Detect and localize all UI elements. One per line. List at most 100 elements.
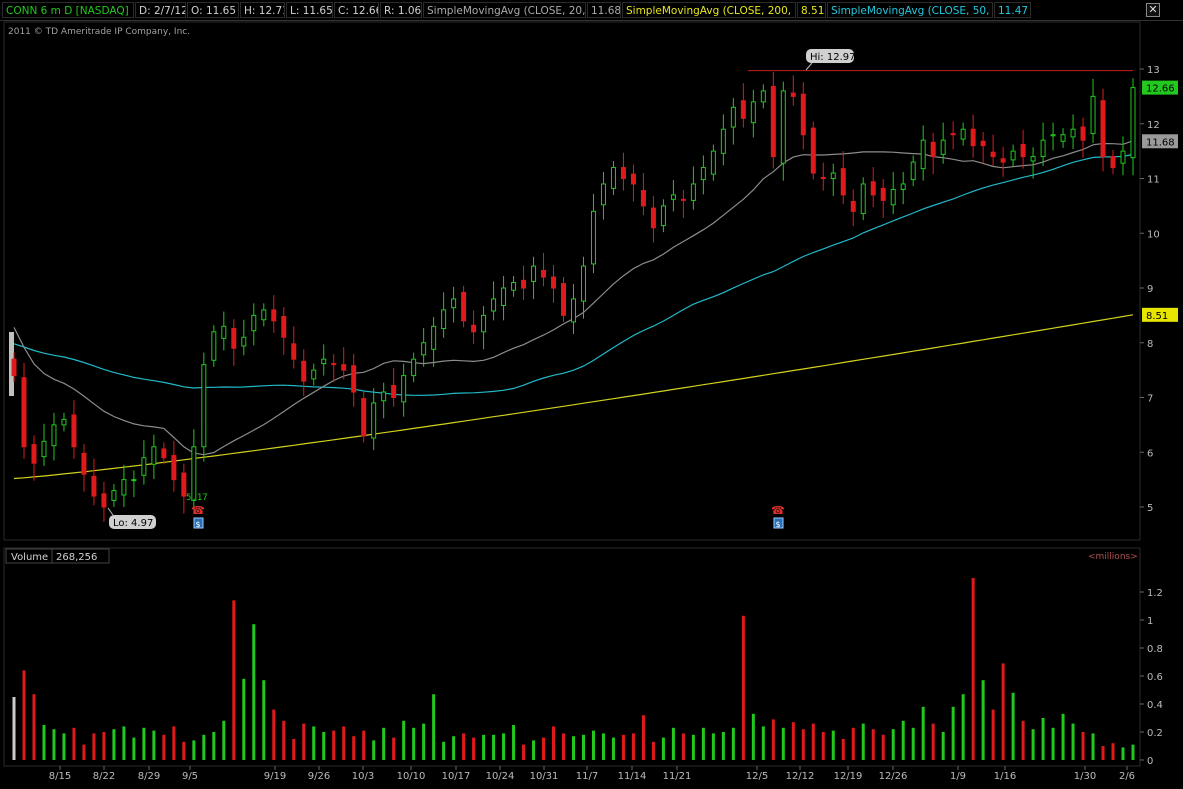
candle-body (1010, 150, 1016, 161)
candle-body (481, 314, 487, 333)
volume-bar (492, 734, 496, 760)
volume-bar (322, 732, 326, 760)
x-tick-label: 11/7 (576, 771, 598, 782)
candle-body (111, 490, 117, 501)
candle-body (141, 457, 147, 476)
volume-bar (1051, 727, 1055, 760)
volume-bar (112, 729, 116, 760)
volume-bar (312, 726, 316, 760)
volume-tick-label: 1.2 (1147, 588, 1163, 599)
volume-bar (142, 727, 146, 760)
price-tick-label: 10 (1147, 229, 1160, 240)
volume-bar (621, 734, 625, 760)
candle-body (730, 106, 736, 128)
volume-bar (971, 578, 975, 760)
volume-bar (961, 694, 965, 760)
candle-body (630, 173, 636, 185)
volume-bar (152, 730, 156, 760)
volume-bar (671, 727, 675, 760)
volume-bar (931, 723, 935, 760)
volume-bar (821, 732, 825, 760)
volume-bar (392, 737, 396, 760)
x-tick-label: 10/31 (530, 771, 559, 782)
volume-bar (192, 740, 196, 760)
lo-label: Lo: 4.97 (113, 518, 153, 529)
candle-body (371, 402, 377, 439)
candle-body (870, 181, 876, 196)
volume-bar (482, 734, 486, 760)
x-tick-label: 11/21 (663, 771, 692, 782)
candle-body (71, 414, 77, 448)
volume-bar (562, 733, 566, 760)
volume-bar (651, 741, 655, 760)
candle-body (241, 336, 247, 347)
copyright-text: 2011 © TD Ameritrade IP Company, Inc. (8, 27, 190, 37)
volume-bar (1121, 747, 1125, 760)
candle-body (201, 364, 207, 448)
candle-body (1060, 134, 1066, 142)
candle-body (41, 440, 47, 458)
volume-bar (522, 744, 526, 760)
candle-body (820, 176, 826, 179)
price-volume-chart: 2011 © TD Ameritrade IP Company, Inc. Vo… (3, 21, 1178, 782)
volume-bar (342, 726, 346, 760)
candle-body (101, 493, 107, 508)
candle-body (1090, 95, 1096, 135)
volume-bar (801, 729, 805, 760)
volume-bar (641, 715, 645, 760)
candle-body (860, 183, 866, 215)
candle-body (1030, 156, 1036, 162)
candle-body (910, 161, 916, 181)
candle-body (61, 418, 67, 426)
price-tick-label: 12 (1147, 120, 1160, 131)
last-price-badge: 12.66 (1146, 84, 1175, 95)
candle-body (531, 265, 537, 282)
candle-body (940, 139, 946, 155)
volume-bar (552, 726, 556, 760)
candle-body (740, 100, 746, 119)
candle-body (211, 331, 217, 361)
volume-bar (851, 727, 855, 760)
volume-bar (372, 740, 376, 760)
candle-body (81, 452, 87, 475)
candle-body (640, 190, 646, 207)
candle-body (11, 358, 17, 377)
candle-body (311, 369, 317, 380)
x-tick-label: 12/19 (834, 771, 863, 782)
price-tick-label: 5 (1147, 503, 1153, 514)
volume-bar (1011, 692, 1015, 760)
volume-tick-label: 0.4 (1147, 700, 1163, 711)
volume-bar (721, 732, 725, 760)
volume-bar (911, 727, 915, 760)
candle-body (890, 188, 896, 206)
candle-body (221, 325, 227, 339)
price-tick-label: 8 (1147, 339, 1153, 350)
volume-bar (212, 732, 216, 760)
candle-body (231, 328, 237, 349)
volume-bar (791, 722, 795, 760)
x-tick-label: 11/14 (618, 771, 647, 782)
candle-body (401, 375, 407, 403)
volume-bar (751, 713, 755, 760)
volume-bar (422, 723, 426, 760)
volume-bar (681, 733, 685, 760)
volume-tick-label: 0.8 (1147, 644, 1163, 655)
x-tick-label: 8/15 (49, 771, 71, 782)
candle-body (421, 342, 427, 356)
volume-bar (232, 600, 236, 760)
volume-label: Volume (11, 552, 48, 563)
candle-body (780, 90, 786, 164)
candle-body (381, 391, 387, 402)
hi-label: Hi: 12.97 (810, 52, 855, 63)
candle-body (261, 309, 267, 321)
candle-body (411, 358, 417, 377)
volume-bar (601, 733, 605, 760)
candle-body (830, 172, 836, 179)
volume-bar (951, 706, 955, 760)
volume-bar (182, 741, 186, 760)
volume-bar (1131, 744, 1135, 760)
volume-bar (841, 739, 845, 760)
candle-body (1020, 144, 1026, 158)
volume-bar (1021, 720, 1025, 760)
hi-pointer (805, 62, 813, 71)
